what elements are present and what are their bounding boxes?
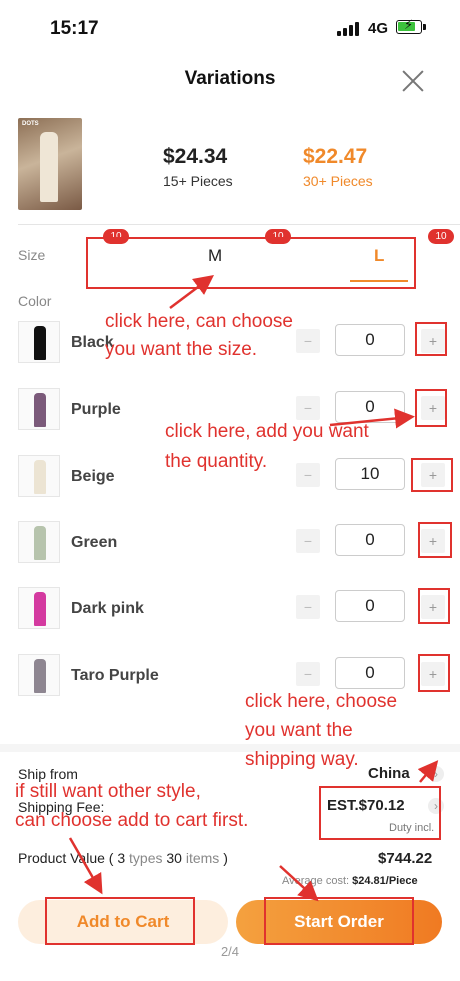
annotation-ship-2: you want the: [245, 720, 353, 741]
decrease-button[interactable]: −: [296, 595, 320, 619]
decrease-button[interactable]: −: [296, 662, 320, 686]
size-label: Size: [18, 247, 46, 263]
chevron-right-icon[interactable]: ›: [428, 766, 444, 782]
color-swatch[interactable]: [18, 388, 60, 430]
size-selected-indicator: [350, 280, 408, 282]
start-order-button[interactable]: Start Order: [236, 900, 442, 944]
average-cost: Average cost: $24.81/Piece: [282, 875, 418, 887]
network-label: 4G: [368, 20, 389, 37]
annotation-size-2: you want the size.: [105, 339, 258, 360]
close-icon[interactable]: [401, 69, 425, 93]
color-name: Green: [71, 534, 118, 551]
color-row-green: Green − 0 +: [0, 521, 460, 567]
tier-pieces-discount: 30+ Pieces: [303, 173, 373, 189]
ship-from-value[interactable]: China: [368, 765, 410, 782]
tier-price-discount: $22.47: [303, 145, 368, 168]
annotation-ship-1: click here, choose: [245, 691, 398, 712]
product-thumbnail: DOTS: [18, 118, 82, 210]
increase-button[interactable]: +: [421, 529, 445, 553]
add-to-cart-button[interactable]: Add to Cart: [18, 900, 228, 944]
color-swatch[interactable]: [18, 455, 60, 497]
annotation-size-1: click here, can choose: [105, 311, 293, 332]
size-badge: 10: [103, 229, 129, 244]
status-time: 15:17: [50, 18, 99, 39]
arrow-to-size: [169, 275, 214, 309]
color-swatch[interactable]: [18, 587, 60, 629]
tier-pieces: 15+ Pieces: [163, 173, 233, 189]
color-name: Dark pink: [71, 600, 144, 617]
product-value-label: Product Value ( 3 types 30 items ): [18, 850, 228, 866]
increase-button[interactable]: +: [421, 662, 445, 686]
increase-button[interactable]: +: [421, 463, 445, 487]
decrease-button[interactable]: −: [296, 463, 320, 487]
color-row-dark-pink: Dark pink − 0 +: [0, 587, 460, 633]
chevron-right-icon[interactable]: ›: [428, 798, 444, 814]
decrease-button[interactable]: −: [296, 329, 320, 353]
color-swatch[interactable]: [18, 521, 60, 563]
quantity-input[interactable]: 0: [335, 590, 405, 622]
quantity-input[interactable]: 0: [335, 524, 405, 556]
annotation-qty-1: click here, add you want: [165, 421, 369, 442]
status-bar: 15:17 4G ⚡: [0, 0, 460, 60]
thumbnail-tag: DOTS: [22, 121, 39, 127]
size-option-l[interactable]: L: [374, 246, 384, 266]
signal-icon: [337, 22, 363, 36]
shipping-fee-value[interactable]: EST.$70.12: [327, 797, 405, 814]
divider: [18, 224, 460, 225]
tier-price: $24.34: [163, 145, 228, 168]
quantity-input[interactable]: 0: [335, 324, 405, 356]
color-label: Color: [18, 293, 52, 309]
section-divider: [0, 744, 460, 752]
decrease-button[interactable]: −: [296, 529, 320, 553]
color-name: Beige: [71, 468, 115, 485]
annotation-cart-1: if still want other style,: [15, 781, 201, 802]
size-option-m[interactable]: M: [208, 246, 222, 266]
increase-button[interactable]: +: [421, 396, 445, 420]
color-swatch[interactable]: [18, 654, 60, 696]
annotation-ship-3: shipping way.: [245, 749, 359, 770]
size-badge-m: 10: [265, 229, 291, 244]
annotation-qty-2: the quantity.: [165, 451, 268, 472]
increase-button[interactable]: +: [421, 595, 445, 619]
color-name: Taro Purple: [71, 667, 159, 684]
decrease-button[interactable]: −: [296, 396, 320, 420]
annotation-cart-2: can choose add to cart first.: [15, 810, 249, 831]
size-badge-l: 10: [428, 229, 454, 244]
product-value: $744.22: [378, 850, 433, 867]
color-swatch[interactable]: [18, 321, 60, 363]
quantity-input[interactable]: 10: [335, 458, 405, 490]
battery-icon: ⚡: [396, 18, 426, 34]
page-indicator: 2/4: [220, 944, 240, 959]
increase-button[interactable]: +: [421, 329, 445, 353]
duty-note: Duty incl.: [389, 822, 435, 834]
color-name: Purple: [71, 401, 121, 418]
page-title: Variations: [184, 68, 276, 89]
quantity-input[interactable]: 0: [335, 657, 405, 689]
